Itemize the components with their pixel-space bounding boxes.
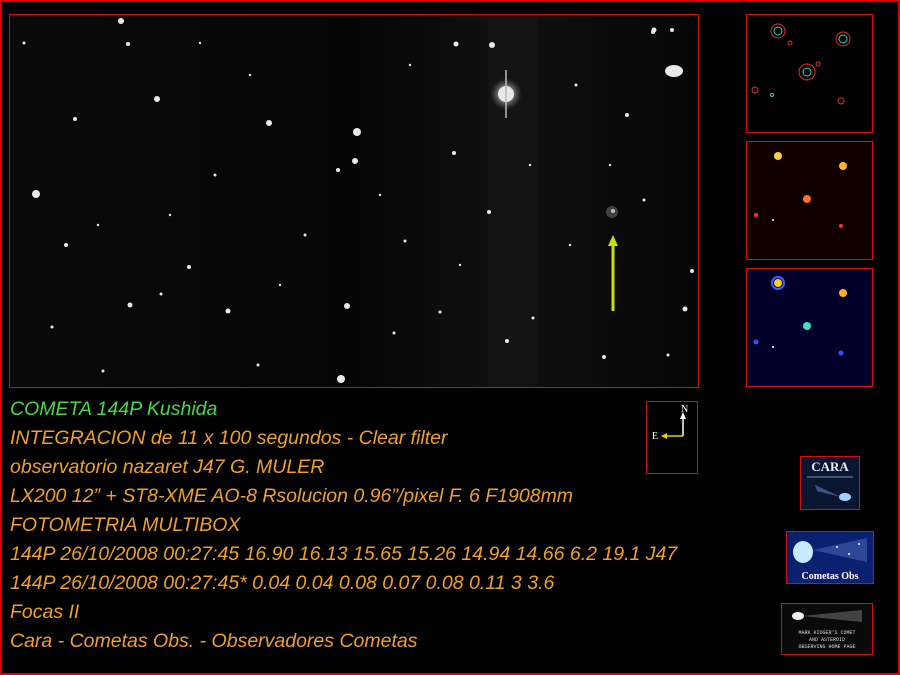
cara-logo[interactable]: CARA (800, 456, 860, 510)
kidger-logo-line-3: OBSERVING HOME PAGE (798, 644, 855, 650)
caption-line-software: Focas II (10, 601, 80, 623)
red-filter-thumbnail (746, 141, 873, 260)
comet-nucleus (606, 206, 618, 218)
comet-image (9, 14, 699, 388)
caption-line-photometry-title: FOTOMETRIA MULTIBOX (10, 514, 241, 536)
caption-line-integration: INTEGRACION de 11 x 100 segundos - Clear… (10, 427, 448, 449)
mark-kidger-logo[interactable]: MARK KIDGER'S COMET AND ASTEROID OBSERVI… (781, 603, 873, 655)
compass-north-label: N (681, 404, 688, 415)
compass-orientation: N E (646, 401, 698, 474)
caption-line-equipment: LX200 12” + ST8-XME AO-8 Rsolucion 0.96”… (10, 485, 574, 507)
caption-line-credits: Cara - Cometas Obs. - Observadores Comet… (10, 630, 418, 652)
caption-line-photometry-values: 144P 26/10/2008 00:27:45 16.90 16.13 15.… (10, 543, 678, 565)
contour-thumbnail (746, 14, 873, 133)
kidger-logo-line-1: MARK KIDGER'S COMET (798, 630, 855, 636)
caption-line-photometry-errors: 144P 26/10/2008 00:27:45* 0.04 0.04 0.08… (10, 572, 555, 594)
cara-logo-text: CARA (811, 459, 849, 474)
kidger-logo-line-2: AND ASTEROID (809, 637, 845, 643)
compass-east-label: E (652, 431, 658, 442)
caption-line-observatory: observatorio nazaret J47 G. MULER (10, 456, 325, 478)
blue-filter-thumbnail (746, 268, 873, 387)
cometas-obs-logo[interactable]: Cometas Obs (786, 531, 874, 584)
caption-title: COMETA 144P Kushida (10, 398, 218, 420)
cometas-obs-logo-text: Cometas Obs (802, 571, 859, 582)
